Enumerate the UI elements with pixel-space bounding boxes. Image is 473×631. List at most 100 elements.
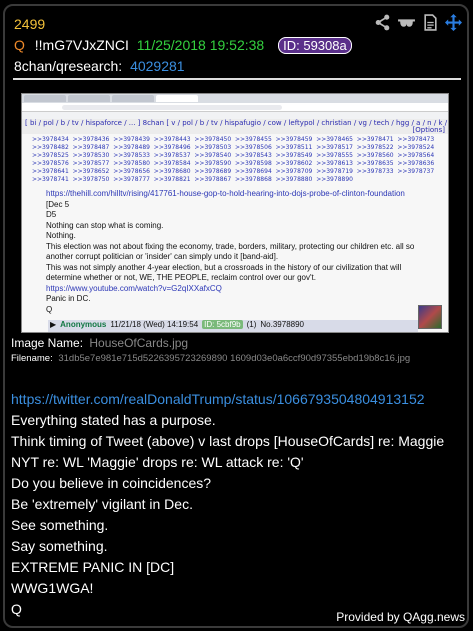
inner-text-line: This election was not about fixing the e… [46,241,415,251]
id-badge[interactable]: ID: 59308a [278,37,352,54]
document-icon[interactable] [422,14,439,31]
body-line: Everything stated has a purpose. [11,412,216,428]
image-name-label: Image Name: [11,336,84,350]
bookmarks-bar [22,112,448,119]
reply-link: >>3978487 [72,144,110,151]
reply-link [357,176,398,183]
inner-text-line: Panic in DC. [46,294,91,303]
browser-tab [24,95,66,102]
post-number[interactable]: 2499 [14,16,45,32]
inner-count: (1) [246,320,257,329]
browser-tabbar [22,94,448,103]
post-datetime: 11/25/2018 19:52:38 [136,37,265,53]
post-body: https://twitter.com/realDonaldTrump/stat… [11,389,444,620]
reply-link: >>3978709 [275,168,313,175]
reply-link: >>3978580 [113,160,150,167]
reply-link: >>3978436 [72,136,110,143]
reply-link: >>3978506 [234,144,272,151]
body-line: Think timing of Tweet (above) v last dro… [11,433,445,449]
filename-label: Filename: [11,353,53,364]
reply-link: >>3978880 [275,176,313,183]
body-line: Say something. [11,538,108,554]
attached-screenshot-image[interactable]: [ bi / pol / b / tv / hispaforce / ... ]… [21,93,449,333]
reply-link: >>3978694 [234,168,272,175]
reply-link: >>3978471 [356,136,394,143]
reply-link: >>3978434 [32,136,69,143]
reply-link: >>3978602 [275,160,313,167]
reply-link-grid: >>3978434 >>3978436 >>3978439 >>3978443 >>39… [22,134,448,185]
reply-link: >>3978689 [194,168,232,175]
reply-link: >>3978537 [153,152,191,159]
reply-link: >>3978482 [32,144,69,151]
image-name-value: HouseOfCards.jpg [89,336,189,350]
reply-link: >>3978517 [316,144,353,151]
board-thread-link[interactable]: 4029281 [130,58,185,74]
inner-text-line: https://thehill.com/hilltv/rising/417761… [46,189,405,198]
reply-link: >>3978511 [275,144,313,151]
inner-text-line: another corrupt politician or 'insider' … [46,252,279,261]
board-nav-strip: [ bi / pol / b / tv / hispaforce / ... ]… [22,119,448,134]
move-icon[interactable] [445,14,462,31]
reply-link: >>3978524 [397,144,435,151]
post-actions [374,14,462,31]
reply-link: >>3978636 [397,160,435,167]
inner-id-badge: ID: 5cbf9b [202,320,243,329]
board-nav-options: [Options] [412,126,445,134]
inner-text-line: This was not simply another 4-year elect… [46,262,402,272]
reply-link: >>3978543 [234,152,272,159]
inner-date: 11/21/18 (Wed) 14:19:54 [110,320,199,329]
inner-text-line: determine whether or not, WE, THE PEOPLE… [46,273,316,282]
reply-link: >>3978525 [32,152,69,159]
reply-link: >>3978777 [113,176,150,183]
credit-text: Provided by QAgg.news [336,610,465,624]
inner-anon-name: Anonymous [60,320,107,329]
image-name: Image Name: HouseOfCards.jpg [11,336,188,350]
reply-link: >>3978503 [194,144,232,151]
reply-link: >>3978635 [356,160,394,167]
reply-link: >>3978577 [72,160,110,167]
reply-link: >>3978564 [397,152,435,159]
reply-link: >>3978576 [32,160,69,167]
reply-link: >>3978459 [275,136,313,143]
reply-link: >>3978741 [32,176,69,183]
reply-link: >>3978737 [397,168,435,175]
inner-post-footer: ▶ Anonymous 11/21/18 (Wed) 14:19:54 ID: … [50,320,304,329]
reply-link: >>3978656 [113,168,150,175]
board-label: 8chan/qresearch: [14,58,123,74]
inner-text-line: https://www.youtube.com/watch?v=G2qIXXaf… [46,283,222,293]
browser-tab [68,95,110,102]
q-mark: Q [14,37,25,53]
body-line: See something. [11,517,109,533]
reply-link: >>3978652 [72,168,110,175]
browser-address-bar [22,103,448,112]
reply-link: >>3978522 [356,144,394,151]
inner-text-line: Q [46,304,53,314]
browser-tab [112,95,154,102]
post-meta: Q !!mG7VJxZNCI 11/25/2018 19:52:38 ID: 5… [14,37,352,54]
glasses-icon[interactable] [397,14,416,31]
reply-link: >>3978489 [113,144,150,151]
filename-value: 31db5e7e981e715d5226395723269890 1609d03… [58,353,411,364]
reply-link: >>3978555 [316,152,353,159]
body-line: NYT re: WL 'Maggie' drops re: WL attack … [11,454,304,470]
body-line: Be 'extremely' vigilant in Dec. [11,496,193,512]
reply-link [397,176,438,183]
inner-post-text: https://thehill.com/hilltv/rising/417761… [22,185,448,319]
inner-text-line: Nothing. [46,231,76,240]
reply-link: >>3978867 [194,176,232,183]
share-icon[interactable] [374,14,391,31]
inner-avatar [418,305,442,329]
reply-link: >>3978733 [356,168,394,175]
board-reference: 8chan/qresearch: 4029281 [14,58,185,74]
reply-link: >>3978680 [153,168,191,175]
reply-link: >>3978868 [234,176,272,183]
reply-link: >>3978496 [153,144,191,151]
reply-link: >>3978549 [275,152,313,159]
reply-link: >>3978473 [397,136,435,143]
reply-link: >>3978598 [234,160,272,167]
reply-link: >>3978455 [234,136,272,143]
reply-link: >>3978584 [153,160,191,167]
reply-link: >>3978590 [194,160,232,167]
tweet-link[interactable]: https://twitter.com/realDonaldTrump/stat… [11,389,444,410]
board-nav-line: [ bi / pol / b / tv / hispaforce / ... ]… [25,119,448,127]
